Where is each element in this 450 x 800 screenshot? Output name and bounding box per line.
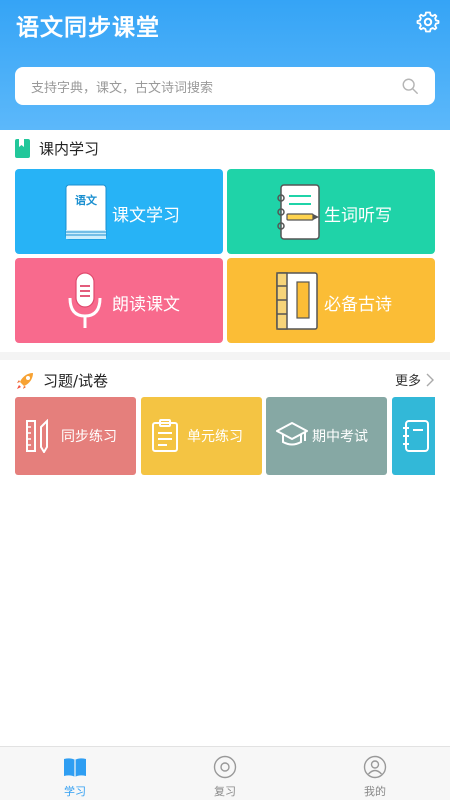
section-header-in-class: 课内学习 bbox=[15, 138, 99, 159]
tile-lesson-study[interactable]: 语文 课文学习 bbox=[15, 169, 223, 254]
bookmark-icon bbox=[15, 139, 30, 158]
exercise-more-item[interactable] bbox=[392, 397, 435, 475]
search-icon[interactable] bbox=[401, 77, 419, 95]
target-icon bbox=[213, 755, 237, 779]
svg-text:语文: 语文 bbox=[75, 193, 98, 207]
nav-label: 复习 bbox=[214, 785, 236, 798]
section-header-exercises: 习题/试卷 bbox=[15, 370, 108, 391]
exercise-row[interactable]: 同步练习 单元练习 期中考试 bbox=[15, 397, 435, 475]
pencil-ruler-icon bbox=[26, 419, 48, 453]
settings-icon[interactable] bbox=[416, 10, 440, 34]
section-title: 习题/试卷 bbox=[43, 372, 109, 390]
tile-label: 必备古诗 bbox=[324, 295, 392, 315]
exercise-sync-practice[interactable]: 同步练习 bbox=[15, 397, 136, 475]
more-label: 更多 bbox=[394, 374, 421, 389]
open-book-icon bbox=[64, 758, 86, 777]
tile-label: 生词听写 bbox=[324, 206, 392, 226]
exercise-midterm-exam[interactable]: 期中考试 bbox=[266, 397, 387, 475]
section-divider bbox=[0, 352, 450, 360]
section-title: 课内学习 bbox=[39, 140, 100, 158]
app-title: 语文同步课堂 bbox=[16, 15, 160, 41]
bottom-nav: 学习 复习 我的 bbox=[0, 746, 450, 800]
exercise-label: 期中考试 bbox=[312, 429, 368, 445]
app-screen: 语文同步课堂 支持字典，课文，古文诗词搜索 课内学习 语文 课文学习 生词听写 … bbox=[0, 0, 450, 800]
clipboard-icon bbox=[152, 419, 178, 452]
notebook-pen-icon bbox=[277, 184, 320, 240]
exercise-label: 同步练习 bbox=[61, 429, 117, 445]
nav-tab-profile[interactable]: 我的 bbox=[300, 747, 450, 800]
search-bar[interactable]: 支持字典，课文，古文诗词搜索 bbox=[15, 67, 435, 105]
microphone-icon bbox=[68, 272, 102, 328]
tile-label: 朗读课文 bbox=[112, 295, 180, 315]
in-class-grid: 语文 课文学习 生词听写 朗读课文 必备古诗 bbox=[15, 169, 435, 343]
tile-word-dictation[interactable]: 生词听写 bbox=[227, 169, 435, 254]
tile-read-aloud[interactable]: 朗读课文 bbox=[15, 258, 223, 343]
notebook-icon bbox=[403, 420, 429, 452]
profile-icon bbox=[363, 755, 387, 779]
nav-label: 学习 bbox=[64, 785, 86, 798]
more-link[interactable]: 更多 bbox=[395, 370, 435, 389]
nav-tab-study[interactable]: 学习 bbox=[0, 747, 150, 800]
rocket-icon bbox=[17, 372, 33, 389]
nav-tab-review[interactable]: 复习 bbox=[150, 747, 300, 800]
chevron-right-icon bbox=[426, 373, 434, 386]
nav-label: 我的 bbox=[364, 785, 386, 798]
exercise-unit-practice[interactable]: 单元练习 bbox=[141, 397, 262, 475]
tile-label: 课文学习 bbox=[112, 206, 180, 226]
tile-classic-poems[interactable]: 必备古诗 bbox=[227, 258, 435, 343]
textbook-icon: 语文 bbox=[65, 184, 107, 240]
graduation-cap-icon bbox=[276, 422, 308, 446]
search-input[interactable]: 支持字典，课文，古文诗词搜索 bbox=[31, 77, 401, 96]
ancient-book-icon bbox=[276, 272, 318, 330]
header: 语文同步课堂 支持字典，课文，古文诗词搜索 bbox=[0, 0, 450, 130]
exercise-label: 单元练习 bbox=[187, 429, 243, 445]
